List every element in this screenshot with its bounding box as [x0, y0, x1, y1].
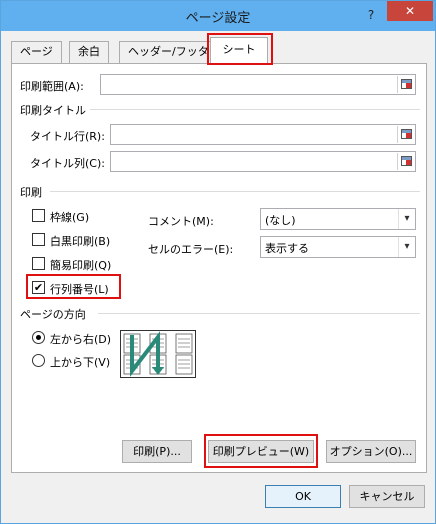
black-and-white-checkbox[interactable] — [32, 233, 45, 246]
title-bar: ページ設定 ? ✕ — [1, 1, 435, 31]
columns-to-repeat-label: タイトル列(C): — [30, 157, 105, 170]
print-area-collapse-button[interactable] — [397, 76, 414, 93]
print-group-label: 印刷 — [20, 186, 42, 199]
page-order-preview — [120, 330, 196, 378]
black-and-white-label[interactable]: 白黒印刷(B) — [50, 233, 110, 249]
print-area-field[interactable] — [100, 74, 416, 95]
down-then-over-label[interactable]: 左から右(D) — [50, 331, 111, 347]
draft-quality-label[interactable]: 簡易印刷(Q) — [50, 257, 111, 273]
group-divider — [98, 313, 420, 314]
cell-errors-value: 表示する — [265, 242, 309, 255]
over-then-down-radio[interactable] — [32, 354, 45, 367]
print-preview-highlight — [204, 434, 318, 468]
tab-margins[interactable]: 余白 — [69, 41, 109, 63]
down-then-over-radio[interactable] — [32, 331, 45, 344]
print-button[interactable]: 印刷(P)... — [122, 440, 192, 463]
range-select-icon — [401, 79, 412, 89]
comments-value: (なし) — [265, 214, 296, 227]
headings-highlight — [26, 274, 121, 299]
gridlines-label[interactable]: 枠線(G) — [50, 209, 89, 225]
ok-button[interactable]: OK — [265, 485, 341, 508]
range-select-icon — [401, 129, 412, 139]
rows-to-repeat-field[interactable] — [110, 124, 416, 145]
sheet-panel: 印刷範囲(A): 印刷タイトル タイトル行(R): タイトル列(C): 印刷 枠… — [11, 63, 427, 473]
cell-errors-label: セルのエラー(E): — [148, 243, 234, 256]
rows-collapse-button[interactable] — [397, 126, 414, 143]
cell-errors-select[interactable]: 表示する ▾ — [260, 236, 416, 258]
chevron-down-icon[interactable]: ▾ — [398, 209, 415, 229]
tab-page[interactable]: ページ — [11, 41, 62, 63]
print-titles-group-label: 印刷タイトル — [20, 104, 86, 117]
group-divider — [90, 109, 420, 110]
chevron-down-icon[interactable]: ▾ — [398, 237, 415, 257]
columns-collapse-button[interactable] — [397, 153, 414, 170]
over-then-down-label[interactable]: 上から下(V) — [50, 354, 110, 370]
range-select-icon — [401, 156, 412, 166]
close-button[interactable]: ✕ — [387, 1, 433, 21]
rows-to-repeat-label: タイトル行(R): — [30, 130, 105, 143]
group-divider — [50, 191, 420, 192]
comments-label: コメント(M): — [148, 215, 214, 228]
sheet-tab-highlight — [207, 33, 273, 65]
radio-selected-dot — [36, 335, 41, 340]
cancel-button[interactable]: キャンセル — [349, 485, 425, 508]
comments-select[interactable]: (なし) ▾ — [260, 208, 416, 230]
gridlines-checkbox[interactable] — [32, 209, 45, 222]
draft-quality-checkbox[interactable] — [32, 257, 45, 270]
page-setup-dialog: ページ設定 ? ✕ ページ 余白 ヘッダー/フッター シート 印刷範囲(A): … — [0, 0, 436, 524]
page-order-group-label: ページの方向 — [20, 308, 86, 321]
help-button[interactable]: ? — [361, 5, 381, 25]
columns-to-repeat-field[interactable] — [110, 151, 416, 172]
options-button[interactable]: オプション(O)... — [326, 440, 416, 463]
page-order-diagram-icon — [123, 331, 193, 377]
print-area-label: 印刷範囲(A): — [20, 80, 84, 93]
